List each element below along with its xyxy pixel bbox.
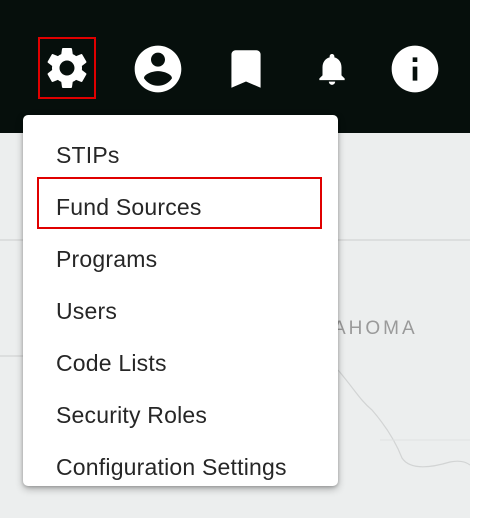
settings-dropdown-menu: STIPs Fund Sources Programs Users Code L…	[23, 115, 338, 486]
menu-item-code-lists[interactable]: Code Lists	[23, 337, 338, 389]
bookmark-button[interactable]	[217, 38, 275, 100]
account-circle-icon	[130, 41, 186, 97]
menu-item-security-roles[interactable]: Security Roles	[23, 389, 338, 441]
map-state-label: AHOMA	[333, 318, 418, 339]
menu-item-programs[interactable]: Programs	[23, 233, 338, 285]
info-icon	[387, 41, 443, 97]
gear-icon	[42, 43, 92, 93]
notifications-button[interactable]	[303, 38, 361, 100]
account-button[interactable]	[129, 38, 187, 100]
settings-button[interactable]	[38, 37, 96, 99]
top-navigation-bar	[0, 0, 470, 133]
info-button[interactable]	[386, 38, 444, 100]
menu-item-configuration-settings[interactable]: Configuration Settings	[23, 441, 338, 493]
menu-item-fund-sources[interactable]: Fund Sources	[23, 181, 338, 233]
bookmark-icon	[221, 41, 271, 97]
menu-item-users[interactable]: Users	[23, 285, 338, 337]
bell-icon	[313, 47, 351, 91]
page-edge	[470, 0, 479, 518]
menu-item-stips[interactable]: STIPs	[23, 129, 338, 181]
